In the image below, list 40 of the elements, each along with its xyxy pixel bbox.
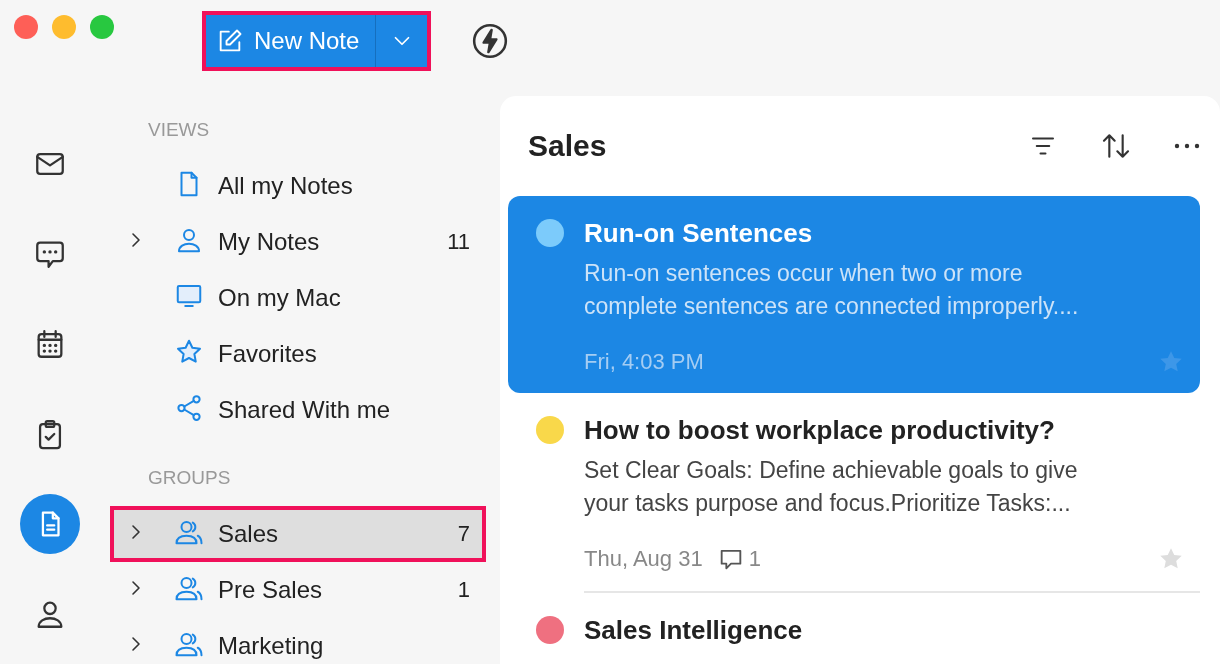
panel-title: Sales	[528, 129, 608, 163]
sidebar-item[interactable]: Favorites	[110, 326, 486, 382]
sidebar-item[interactable]: All my Notes	[110, 158, 486, 214]
item-label: Shared With me	[218, 396, 392, 424]
sidebar-item[interactable]: Marketing	[110, 618, 486, 664]
item-count: 1	[457, 577, 470, 603]
section-heading: VIEWS	[147, 118, 211, 142]
note-date: Fri, 4:03 PM	[584, 349, 704, 375]
sidebar-item[interactable]: On my Mac	[110, 270, 486, 326]
item-count: 11	[447, 229, 470, 255]
item-label: Favorites	[218, 340, 318, 368]
note-title: Sales Intelligence	[584, 615, 804, 646]
note-preview: Set Clear Goals: Define achievable goals to give your tasks purpose and focus.Prioritize Tasks:...	[584, 456, 1079, 518]
quick-action-button[interactable]	[471, 22, 510, 60]
sidebar-item[interactable]: My Notes 11	[110, 214, 486, 270]
more-icon	[1174, 143, 1200, 149]
comment-count: 1	[748, 546, 761, 572]
note-date: Thu, Aug 31	[584, 546, 703, 572]
share-icon	[174, 393, 204, 423]
note-item[interactable]: Sales Intelligence	[508, 593, 1200, 664]
sidebar-item[interactable]: Shared With me	[110, 382, 486, 438]
item-label: On my Mac	[218, 284, 342, 312]
more-button[interactable]	[1174, 143, 1200, 149]
item-label: Pre Sales	[218, 576, 324, 604]
note-title: Run-on Sentences	[584, 218, 814, 249]
sidebar-item[interactable]: Sales 7	[110, 506, 486, 562]
lightning-bolt-icon	[471, 22, 510, 60]
note-item[interactable]: How to boost workplace productivity? Set Clear Goals: Define achievable goals to give your tasks purpose and focus.Prioritize Tasks:... Thu, Aug 31 1	[508, 393, 1200, 591]
note-item[interactable]: Run-on Sentences Run-on sentences occur when two or more complete sentences are connected improperly.... Fri, 4:03 PM	[508, 196, 1200, 393]
close-window-button[interactable]	[14, 15, 38, 39]
note-preview: Run-on sentences occur when two or more complete sentences are connected improperly....	[584, 259, 1080, 321]
new-note-button[interactable]: New Note	[206, 15, 376, 67]
item-label: All my Notes	[218, 172, 354, 200]
item-label: Sales	[218, 520, 280, 548]
item-count: 7	[457, 521, 470, 547]
sidebar-item[interactable]: Pre Sales 1	[110, 562, 486, 618]
note-title: How to boost workplace productivity?	[584, 415, 1056, 446]
item-label: Marketing	[218, 632, 325, 660]
section-heading: GROUPS	[147, 466, 232, 490]
item-label: My Notes	[218, 228, 321, 256]
